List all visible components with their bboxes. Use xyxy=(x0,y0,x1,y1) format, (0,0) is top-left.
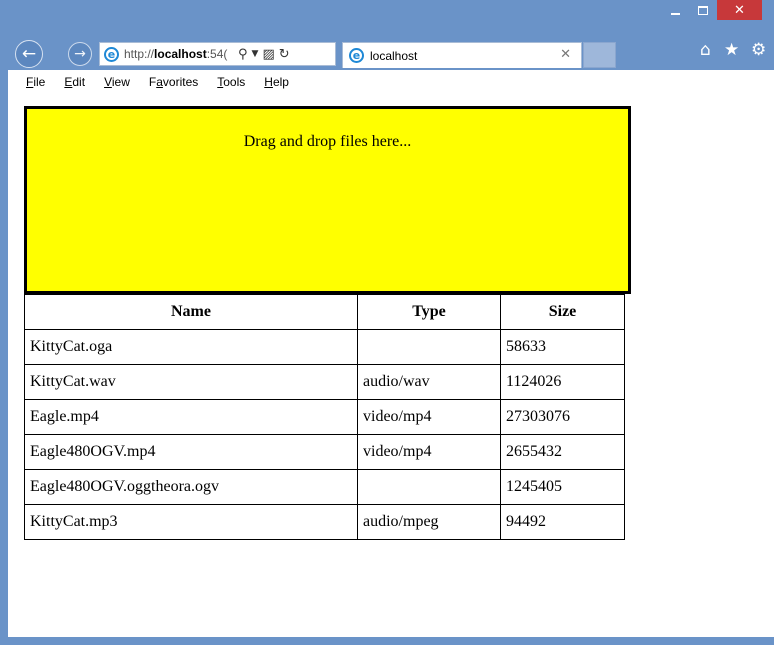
table-row: Eagle480OGV.oggtheora.ogv 1245405 xyxy=(24,469,625,505)
tab-title: localhost xyxy=(370,48,418,63)
cell-name: Eagle480OGV.oggtheora.ogv xyxy=(24,469,358,505)
cell-size: 94492 xyxy=(500,504,625,540)
cell-type xyxy=(357,469,501,505)
window-border-bottom xyxy=(0,637,774,645)
table-row: KittyCat.mp3 audio/mpeg 94492 xyxy=(24,504,625,540)
ie-logo-icon: e xyxy=(104,46,119,62)
cell-type: video/mp4 xyxy=(357,434,501,470)
menu-favorites[interactable]: Favorites xyxy=(149,75,198,89)
drop-zone-text: Drag and drop files here... xyxy=(243,133,412,150)
maximize-icon xyxy=(698,5,708,15)
minimize-button[interactable] xyxy=(662,0,688,20)
window-border-left xyxy=(0,94,8,645)
drop-zone[interactable]: Drag and drop files here... xyxy=(24,106,631,294)
menu-help[interactable]: Help xyxy=(264,75,289,89)
menu-tools-rest: ools xyxy=(223,75,246,89)
forward-button[interactable]: → xyxy=(68,42,92,66)
menu-view[interactable]: View xyxy=(104,75,130,89)
cell-size: 27303076 xyxy=(500,399,625,435)
column-header-type: Type xyxy=(357,294,501,330)
table-row: KittyCat.oga 58633 xyxy=(24,329,625,365)
menu-view-rest: iew xyxy=(111,75,130,89)
back-button[interactable]: ← xyxy=(15,40,43,68)
cell-size: 1124026 xyxy=(500,364,625,400)
cell-type: audio/mpeg xyxy=(357,504,501,540)
cell-name: KittyCat.oga xyxy=(24,329,358,365)
cell-name: KittyCat.mp3 xyxy=(24,504,358,540)
menu-edit[interactable]: Edit xyxy=(64,75,85,89)
ie-logo-icon: e xyxy=(349,48,364,63)
cell-name: KittyCat.wav xyxy=(24,364,358,400)
refresh-icon[interactable]: ↻ xyxy=(279,47,290,62)
address-bar[interactable]: e http://localhost:54( ⚲ ▼ ▨ ↻ xyxy=(99,42,336,66)
column-header-name: Name xyxy=(24,294,358,330)
cell-size: 1245405 xyxy=(500,469,625,505)
table-row: Eagle.mp4 video/mp4 27303076 xyxy=(24,399,625,435)
tab-localhost[interactable]: e localhost ✕ xyxy=(342,42,582,68)
search-icon[interactable]: ⚲ xyxy=(238,47,248,62)
cell-name: Eagle.mp4 xyxy=(24,399,358,435)
menu-file[interactable]: File xyxy=(26,75,45,89)
menu-file-rest: ile xyxy=(33,75,46,89)
table-row: KittyCat.wav audio/wav 1124026 xyxy=(24,364,625,400)
address-url[interactable]: http://localhost:54( xyxy=(124,47,234,61)
menu-favorites-rest: vorites xyxy=(162,75,199,89)
home-icon[interactable]: ⌂ xyxy=(700,40,711,60)
cell-name: Eagle480OGV.mp4 xyxy=(24,434,358,470)
compat-view-icon[interactable]: ▨ xyxy=(262,47,274,62)
file-table: Name Type Size KittyCat.oga 58633 KittyC… xyxy=(24,294,625,540)
menu-bar: File Edit View Favorites Tools Help xyxy=(8,70,774,94)
minimize-icon xyxy=(670,13,680,15)
cell-type: video/mp4 xyxy=(357,399,501,435)
menu-tools[interactable]: Tools xyxy=(217,75,245,89)
cell-size: 2655432 xyxy=(500,434,625,470)
maximize-button[interactable] xyxy=(690,0,716,20)
column-header-size: Size xyxy=(500,294,625,330)
forward-arrow-icon: → xyxy=(74,46,86,62)
cell-type xyxy=(357,329,501,365)
dropdown-icon[interactable]: ▼ xyxy=(252,49,259,59)
cell-type: audio/wav xyxy=(357,364,501,400)
close-button[interactable]: ✕ xyxy=(717,0,762,20)
back-arrow-icon: ← xyxy=(21,44,37,64)
close-icon: ✕ xyxy=(734,2,745,18)
gear-icon[interactable]: ⚙ xyxy=(751,40,766,60)
menu-help-rest: elp xyxy=(272,75,289,89)
tab-close-icon[interactable]: ✕ xyxy=(560,47,571,62)
table-row: Eagle480OGV.mp4 video/mp4 2655432 xyxy=(24,434,625,470)
table-header-row: Name Type Size xyxy=(24,294,625,330)
star-icon[interactable]: ★ xyxy=(724,40,739,60)
cell-size: 58633 xyxy=(500,329,625,365)
menu-edit-rest: dit xyxy=(72,75,86,89)
new-tab-button[interactable] xyxy=(583,42,616,68)
